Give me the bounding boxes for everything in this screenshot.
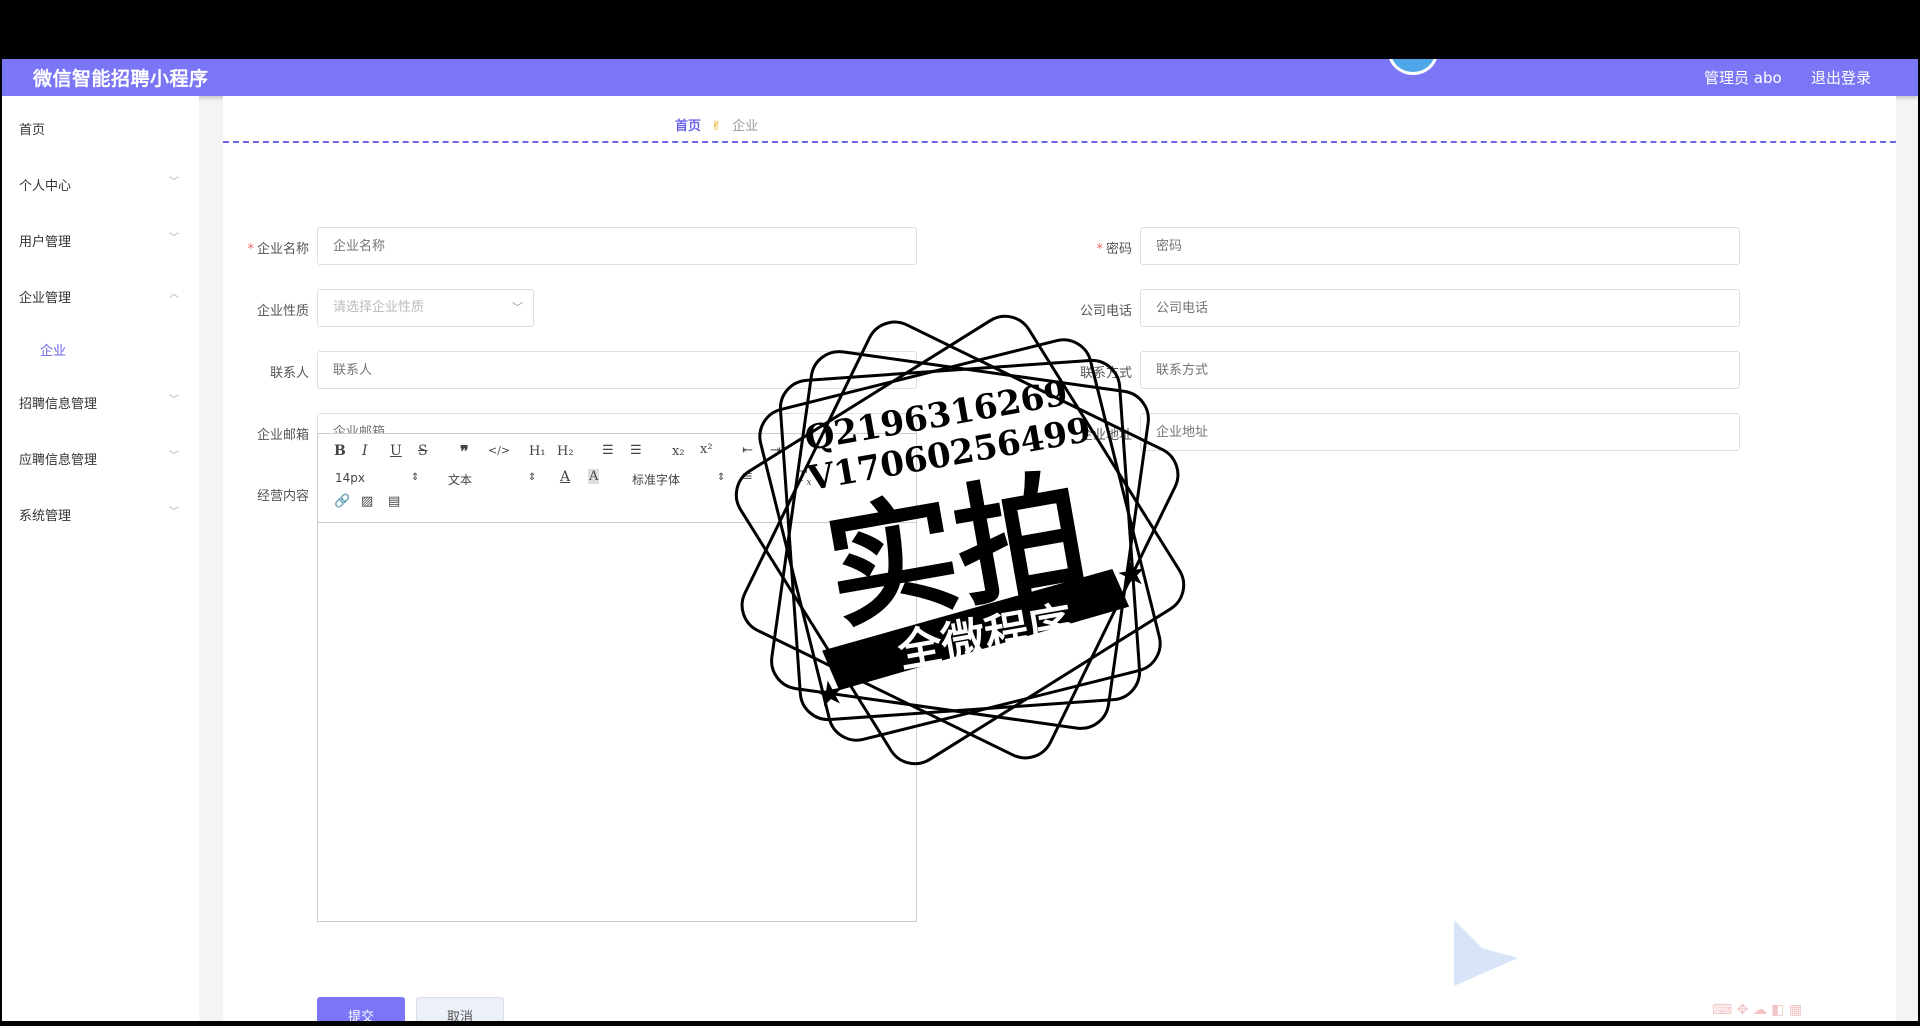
required-mark: * — [247, 242, 254, 257]
company-address-label: 企业地址 — [1079, 428, 1132, 443]
password-label: * 密码 — [1096, 242, 1132, 257]
hand-icon: ✌ — [711, 119, 723, 134]
breadcrumb-current: 企业 — [732, 119, 759, 134]
link-icon[interactable]: 🔗 — [334, 494, 350, 509]
avatar — [1388, 59, 1438, 75]
ordered-list-icon[interactable]: ☰ — [602, 443, 614, 458]
sidebar-item-recruitment-management[interactable]: 招聘信息管理 ﹀ — [2, 379, 199, 423]
top-bar: 微信智能招聘小程序 管理员 abo 退出登录 — [2, 59, 1918, 96]
logout-link[interactable]: 退出登录 — [1811, 67, 1871, 88]
sidebar-item-label: 个人中心 — [19, 179, 72, 194]
chevron-down-icon: ﹀ — [169, 395, 179, 406]
sidebar-item-label: 应聘信息管理 — [19, 453, 98, 468]
watermark-logo — [1454, 920, 1518, 986]
sidebar-item-application-management[interactable]: 应聘信息管理 ﹀ — [2, 435, 199, 479]
bold-icon[interactable]: B — [334, 443, 346, 459]
chevron-up-icon: ︿ — [169, 289, 179, 300]
clear-format-icon[interactable]: Tx — [797, 469, 811, 488]
company-address-input[interactable] — [1140, 413, 1740, 451]
main-content: 首页 ✌ 企业 *企业名称 *密码 企业性质 请选择企业性质 ﹀ 公司电话 联系… — [223, 96, 1896, 1021]
quote-icon[interactable]: ❞ — [460, 442, 469, 461]
sidebar-item-home[interactable]: 首页 — [2, 105, 199, 149]
contact-info-label: 联系方式 — [1079, 366, 1132, 381]
sidebar: 首页 个人中心 ﹀ 用户管理 ﹀ 企业管理 ︿ 企业 招聘信息管理 ﹀ 应聘信息… — [2, 96, 199, 1021]
paragraph-select[interactable]: 文本 ⇕ — [448, 471, 538, 488]
video-icon[interactable]: ▤ — [388, 494, 400, 509]
app-window: 微信智能招聘小程序 管理员 abo 退出登录 首页 个人中心 ﹀ 用户管理 ﹀ … — [2, 59, 1918, 1021]
editor-content-area[interactable] — [318, 523, 916, 921]
company-name-label: * 企业名称 — [247, 242, 309, 257]
editor-toolbar: B I U S ❞ </> H₁ H₂ ☰ ☰ x₂ x² ⇤ ⇥ 14px ⇕ — [318, 434, 916, 523]
sidebar-item-company-management[interactable]: 企业管理 ︿ — [2, 273, 199, 317]
select-arrows-icon: ⇕ — [528, 472, 537, 483]
align-icon[interactable]: ≡ — [742, 469, 753, 484]
sidebar-subitem-label: 企业 — [40, 344, 67, 359]
company-name-input[interactable] — [317, 227, 917, 265]
h1-icon[interactable]: H₁ — [529, 444, 546, 459]
indent-icon[interactable]: ⇥ — [770, 443, 781, 458]
underline-icon[interactable]: U — [390, 443, 402, 459]
sidebar-item-personal-center[interactable]: 个人中心 ﹀ — [2, 161, 199, 205]
outdent-icon[interactable]: ⇤ — [742, 443, 753, 458]
background-color-icon[interactable]: A — [588, 469, 600, 484]
strike-icon[interactable]: S — [418, 443, 428, 459]
select-arrows-icon: ⇕ — [411, 472, 420, 483]
image-icon[interactable]: ▨ — [361, 494, 373, 509]
italic-icon[interactable]: I — [362, 443, 368, 459]
admin-label: 管理员 abo — [1704, 69, 1782, 87]
chevron-down-icon: ﹀ — [169, 507, 179, 518]
sidebar-item-label: 招聘信息管理 — [19, 397, 98, 412]
company-phone-label: 公司电话 — [1079, 304, 1132, 319]
bullet-list-icon[interactable]: ☰ — [630, 443, 642, 458]
breadcrumb: 首页 ✌ 企业 — [675, 115, 758, 134]
select-arrows-icon: ⇕ — [717, 472, 726, 483]
font-size-select[interactable]: 14px ⇕ — [335, 471, 419, 485]
company-phone-input[interactable] — [1140, 289, 1740, 327]
rich-text-editor: B I U S ❞ </> H₁ H₂ ☰ ☰ x₂ x² ⇤ ⇥ 14px ⇕ — [317, 433, 917, 922]
password-input[interactable] — [1140, 227, 1740, 265]
sidebar-item-label: 用户管理 — [19, 235, 72, 250]
breadcrumb-home[interactable]: 首页 — [675, 119, 701, 134]
subscript-icon[interactable]: x₂ — [672, 444, 685, 459]
tray-icons: ⌨ ✥ ☁ ◧ ▦ — [1712, 1002, 1803, 1018]
breadcrumb-divider — [223, 141, 1896, 143]
chevron-down-icon: ﹀ — [512, 301, 523, 314]
required-mark: * — [1096, 242, 1103, 257]
company-email-label: 企业邮箱 — [256, 428, 309, 443]
h2-icon[interactable]: H₂ — [557, 444, 574, 459]
sidebar-subitem-company[interactable]: 企业 — [2, 328, 199, 368]
chevron-down-icon: ﹀ — [169, 233, 179, 244]
chevron-down-icon: ﹀ — [169, 177, 179, 188]
superscript-icon[interactable]: x² — [700, 442, 713, 457]
contact-person-label: 联系人 — [269, 366, 309, 381]
contact-person-input[interactable] — [317, 351, 917, 389]
font-family-select[interactable]: 标准字体 ⇕ — [632, 471, 732, 488]
sidebar-item-label: 首页 — [19, 123, 46, 138]
company-type-placeholder: 请选择企业性质 — [333, 300, 425, 315]
sidebar-item-system-management[interactable]: 系统管理 ﹀ — [2, 491, 199, 535]
sidebar-item-user-management[interactable]: 用户管理 ﹀ — [2, 217, 199, 261]
business-content-label: 经营内容 — [256, 489, 309, 504]
code-icon[interactable]: </> — [488, 444, 510, 457]
company-type-select[interactable]: 请选择企业性质 ﹀ — [317, 289, 534, 327]
cancel-button[interactable]: 取消 — [416, 997, 504, 1021]
font-color-icon[interactable]: A — [560, 469, 570, 485]
sidebar-item-label: 系统管理 — [19, 509, 72, 524]
chevron-down-icon: ﹀ — [169, 451, 179, 462]
app-title: 微信智能招聘小程序 — [33, 68, 209, 90]
submit-button[interactable]: 提交 — [317, 997, 405, 1021]
sidebar-item-label: 企业管理 — [19, 291, 72, 306]
contact-info-input[interactable] — [1140, 351, 1740, 389]
company-type-label: 企业性质 — [256, 304, 309, 319]
